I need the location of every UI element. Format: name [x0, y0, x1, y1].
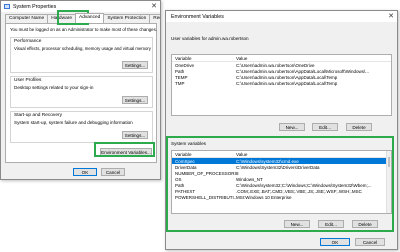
variable-value: Windows_NT [236, 176, 263, 182]
table-row[interactable]: DriverData C:\Windows\System32\Drivers\D… [172, 164, 386, 170]
cancel-button[interactable]: Cancel [101, 168, 125, 176]
column-header-variable[interactable]: Variable [172, 56, 236, 61]
tab-hardware[interactable]: Hardware [47, 14, 76, 23]
table-row[interactable]: PATHEXT .COM;.EXE;.BAT;.CMD;.VBS;.VBE;.J… [172, 188, 386, 194]
scrollbar-thumb[interactable] [388, 157, 390, 167]
startup-recovery-settings-button[interactable]: Settings... [122, 131, 148, 139]
table-row[interactable]: OS Windows_NT [172, 176, 386, 182]
variable-value: C:\Users\admin.wa.robertson\AppData\Loca… [236, 74, 338, 80]
system-properties-titlebar: System Properties ✕ [1, 1, 160, 12]
user-edit-button[interactable]: Edit... [312, 123, 338, 131]
computer-icon [4, 4, 10, 9]
table-row[interactable]: TEMP C:\Users\admin.wa.robertson\AppData… [172, 74, 391, 80]
system-list-header: Variable Value [172, 151, 386, 158]
variable-name: PATHEXT [175, 188, 196, 194]
variable-value: 8 [236, 170, 239, 176]
startup-recovery-group: Start-up and Recovery System start-up, s… [10, 111, 153, 143]
variable-value: C:\Windows\system32;C:\Windows;C:\Window… [236, 182, 372, 188]
variable-value: C:\Users\admin.wa.robertson\AppData\Loca… [236, 80, 338, 86]
variable-value: C:\Windows\system32\cmd.exe [236, 158, 299, 164]
tab-advanced[interactable]: Advanced [75, 13, 105, 23]
env-window-title: Environment Variables [171, 13, 224, 20]
user-profiles-title: User Profiles [13, 78, 43, 83]
column-header-variable[interactable]: Variable [172, 152, 236, 157]
user-profiles-settings-button[interactable]: Settings... [122, 96, 148, 104]
system-edit-button[interactable]: Edit... [318, 220, 344, 228]
system-properties-window: System Properties ✕ Computer Name Hardwa… [0, 0, 161, 180]
env-cancel-button[interactable]: Cancel [355, 238, 385, 246]
table-row[interactable]: OneDrive C:\Users\admin.wa.robertson\One… [172, 62, 391, 68]
tab-system-protection[interactable]: System Protection [103, 14, 151, 23]
ok-button[interactable]: OK [73, 168, 97, 176]
admin-notice: You must be logged on as an Administrato… [10, 27, 158, 32]
column-header-value[interactable]: Value [236, 152, 386, 157]
vertical-scrollbar[interactable] [386, 151, 391, 213]
window-title: System Properties [13, 3, 57, 10]
variable-value: MSI:Windows 10 Enterprise [236, 194, 292, 200]
user-variables-list[interactable]: Variable Value OneDrive C:\Users\admin.w… [171, 54, 392, 116]
tab-computer-name[interactable]: Computer Name [5, 14, 49, 23]
tab-strip: Computer Name Hardware Advanced System P… [5, 13, 160, 23]
table-row[interactable]: POWERSHELL_DISTRIBUTI... MSI:Windows 10 … [172, 194, 386, 200]
variable-name: TMP [175, 80, 185, 86]
tab-remote[interactable]: Remote [149, 14, 160, 23]
variable-name: POWERSHELL_DISTRIBUTI... [175, 194, 236, 200]
user-new-button[interactable]: New... [279, 123, 305, 131]
variable-name: OneDrive [175, 62, 195, 68]
variable-value: C:\Windows\System32\Drivers\DriverData [236, 164, 320, 170]
advanced-tab-panel: You must be logged on as an Administrato… [5, 23, 157, 163]
system-variables-label: System variables [171, 141, 206, 146]
table-row[interactable]: Path C:\Windows\system32;C:\Windows;C:\W… [172, 182, 386, 188]
env-ok-button[interactable]: OK [320, 238, 350, 246]
performance-desc: Visual effects, processor scheduling, me… [14, 46, 151, 51]
variable-value: C:\Users\admin.wa.robertson\OneDrive [236, 62, 315, 68]
startup-recovery-desc: System start-up, system failure and debu… [14, 120, 133, 125]
performance-group: Performance Visual effects, processor sc… [10, 37, 153, 73]
system-delete-button[interactable]: Delete [352, 220, 378, 228]
user-profiles-group: User Profiles Desktop settings related t… [10, 76, 153, 108]
variable-name: ComSpec [175, 158, 195, 164]
table-row[interactable]: Path C:\Users\admin.wa.robertson\AppData… [172, 68, 391, 74]
table-row[interactable]: TMP C:\Users\admin.wa.robertson\AppData\… [172, 80, 391, 86]
column-header-value[interactable]: Value [236, 56, 391, 61]
close-icon[interactable]: ✕ [151, 2, 157, 11]
variable-name: DriverData [175, 164, 197, 170]
user-profiles-desc: Desktop settings related to your sign-in [14, 85, 94, 90]
environment-variables-button[interactable]: Environment Variables... [100, 148, 152, 156]
startup-recovery-title: Start-up and Recovery [13, 113, 63, 118]
close-icon[interactable]: ✕ [388, 12, 394, 21]
user-delete-button[interactable]: Delete [346, 123, 372, 131]
user-list-header: Variable Value [172, 55, 391, 62]
table-row[interactable]: NUMBER_OF_PROCESSORS 8 [172, 170, 386, 176]
system-new-button[interactable]: New... [284, 220, 310, 228]
variable-name: NUMBER_OF_PROCESSORS [175, 170, 236, 176]
variable-value: .COM;.EXE;.BAT;.CMD;.VBS;.VBE;.JS;.JSE;.… [236, 188, 362, 194]
system-variables-list[interactable]: Variable Value ComSpec C:\Windows\system… [171, 150, 392, 214]
environment-variables-window: Environment Variables ✕ User variables f… [165, 10, 398, 250]
environment-variables-titlebar: Environment Variables ✕ [166, 11, 397, 22]
table-row-selected[interactable]: ComSpec C:\Windows\system32\cmd.exe [172, 158, 386, 164]
variable-value: C:\Users\admin.wa.robertson\AppData\Loca… [236, 68, 370, 74]
performance-settings-button[interactable]: Settings... [122, 61, 148, 69]
variable-name: TEMP [175, 74, 188, 80]
variable-name: OS [175, 176, 182, 182]
performance-title: Performance [13, 39, 43, 44]
variable-name: Path [175, 68, 185, 74]
user-variables-label: User variables for admin.wa.robertson [171, 36, 249, 41]
variable-name: Path [175, 182, 185, 188]
